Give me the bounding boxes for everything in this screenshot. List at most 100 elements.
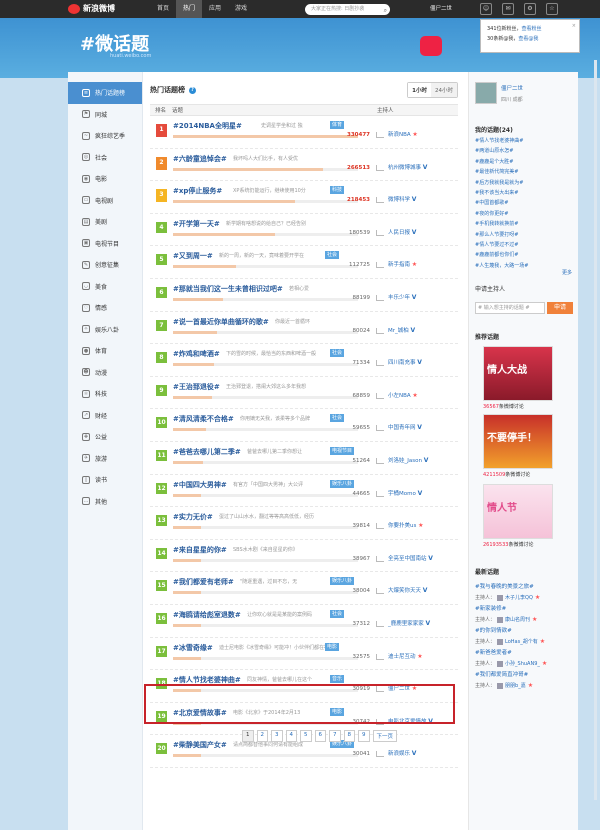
category-tag[interactable]: 科技: [330, 186, 345, 195]
host-name[interactable]: 新浪NBA ★: [388, 130, 418, 138]
host-name[interactable]: 微博科学 V: [388, 195, 416, 203]
tab-24-hours[interactable]: 24小时: [431, 83, 457, 97]
new-topic-title[interactable]: #我与春晚的美景之旅#: [475, 582, 575, 591]
host-name[interactable]: 小左NBA ★: [388, 391, 418, 399]
my-topic-item[interactable]: #夜的你更好#: [475, 209, 575, 219]
my-topic-item[interactable]: #我不该当大出来#: [475, 188, 575, 198]
trend-chart-icon[interactable]: [376, 620, 384, 627]
sidebar-item-variety[interactable]: ~ 疯狂综艺季: [68, 125, 142, 147]
sidebar-item-us-drama[interactable]: ▤ 美剧: [68, 211, 142, 233]
trend-chart-icon[interactable]: [376, 425, 384, 432]
sidebar-item-other[interactable]: … 其他: [68, 491, 142, 513]
trend-chart-icon[interactable]: [376, 294, 384, 301]
weibo-logo[interactable]: 新浪微博: [68, 3, 115, 14]
page-6[interactable]: 6: [314, 730, 326, 742]
sidebar-item-city[interactable]: ⚑ 同城: [68, 104, 142, 126]
trend-chart-icon[interactable]: [376, 360, 384, 367]
nav-games[interactable]: 游戏: [228, 0, 254, 18]
trend-chart-icon[interactable]: [376, 164, 384, 171]
trend-chart-icon[interactable]: [376, 555, 384, 562]
category-tag[interactable]: 娱乐八卦: [330, 479, 355, 488]
new-topic-title[interactable]: #我们都爱简直冲哥#: [475, 670, 575, 679]
my-topic-item[interactable]: #后方我就我是就为#: [475, 178, 575, 188]
trend-chart-icon[interactable]: [376, 751, 384, 758]
nav-hot[interactable]: 热门: [176, 0, 203, 18]
my-topic-item[interactable]: #中国首都歌#: [475, 198, 575, 208]
trend-chart-icon[interactable]: [376, 457, 384, 464]
page-8[interactable]: 8: [343, 730, 355, 742]
host-name[interactable]: 全亮至中国南站 V: [388, 554, 433, 562]
sidebar-item-emotion[interactable]: ♡ 情感: [68, 297, 142, 319]
trend-chart-icon[interactable]: [376, 197, 384, 204]
sidebar-item-tv-show[interactable]: ▣ 电视节目: [68, 233, 142, 255]
sidebar-item-travel[interactable]: ✈ 旅游: [68, 448, 142, 470]
trend-chart-icon[interactable]: [376, 132, 384, 138]
my-topic-item[interactable]: #两道山原水怎#: [475, 146, 575, 156]
my-topic-item[interactable]: #人生蔑我，大路一场#: [475, 261, 575, 271]
host-name[interactable]: 丰乐少年 V: [388, 293, 416, 301]
host-name[interactable]: 杭州微博城事 V: [388, 163, 427, 171]
view-mentions-link[interactable]: 查看@我: [518, 36, 538, 42]
trend-chart-icon[interactable]: [376, 653, 384, 660]
nav-home[interactable]: 首页: [150, 0, 176, 18]
category-tag[interactable]: 社会: [330, 609, 345, 618]
my-topic-item[interactable]: #鹿鹿是个大胜#: [475, 157, 575, 167]
tab-1-hour[interactable]: 1小时: [408, 83, 431, 97]
next-page-button[interactable]: 下一页: [372, 730, 398, 742]
sidebar-item-food[interactable]: ◡ 美食: [68, 276, 142, 298]
close-icon[interactable]: ×: [572, 21, 576, 31]
page-1[interactable]: 1: [242, 730, 254, 742]
sidebar-item-tech[interactable]: ⚛ 科技: [68, 383, 142, 405]
promo-banner-2[interactable]: 不要停手！: [483, 414, 553, 469]
page-3[interactable]: 3: [271, 730, 283, 742]
trend-chart-icon[interactable]: [376, 392, 384, 399]
trend-chart-icon[interactable]: [376, 523, 384, 530]
sidebar-item-reading[interactable]: ▯ 读书: [68, 469, 142, 491]
sidebar-item-anime[interactable]: ☻ 动漫: [68, 362, 142, 384]
help-icon[interactable]: ?: [189, 86, 196, 94]
trend-chart-icon[interactable]: [376, 490, 384, 497]
page-2[interactable]: 2: [256, 730, 268, 742]
promo-banner-3[interactable]: 情人节: [483, 484, 553, 539]
host-name[interactable]: 迪士尼互动 ★: [388, 652, 423, 660]
host-name[interactable]: 你要扑美us ★: [388, 521, 424, 529]
category-tag[interactable]: 电影: [325, 642, 340, 651]
apply-button[interactable]: 申请: [547, 302, 573, 314]
trend-chart-icon[interactable]: [376, 229, 384, 236]
avatar[interactable]: [475, 82, 497, 104]
page-5[interactable]: 5: [300, 730, 312, 742]
trend-chart-icon[interactable]: [376, 262, 384, 269]
apply-topic-input[interactable]: # 输入想主持的话题 #: [475, 302, 545, 314]
page-4[interactable]: 4: [285, 730, 297, 742]
host-name[interactable]: 刘洛娃_Jason V: [388, 456, 428, 464]
host-name[interactable]: Mr_城柏 V: [388, 326, 415, 334]
sidebar-item-movie[interactable]: ◉ 电影: [68, 168, 142, 190]
category-tag[interactable]: 音乐: [330, 675, 345, 684]
host-name[interactable]: _鹿鹿里家家家 V: [388, 619, 430, 627]
page-7[interactable]: 7: [329, 730, 341, 742]
category-tag[interactable]: 娱乐八卦: [330, 577, 355, 586]
sidebar-item-sports[interactable]: ● 体育: [68, 340, 142, 362]
scrollbar[interactable]: [594, 60, 597, 800]
host-name[interactable]: 新浪娱乐 V: [388, 749, 416, 757]
user-icon[interactable]: ☺: [480, 3, 492, 15]
star-icon[interactable]: ☆: [546, 3, 558, 15]
nav-apps[interactable]: 应用: [202, 0, 228, 18]
mail-icon[interactable]: ✉: [502, 3, 514, 15]
new-topic-title[interactable]: #的你到情欲#: [475, 626, 575, 635]
my-topic-item[interactable]: #情人节找老婆神曲#: [475, 136, 575, 146]
search-icon[interactable]: ⌕: [384, 5, 387, 16]
new-topic-title[interactable]: #新爸爸爱者#: [475, 648, 575, 657]
my-topic-item[interactable]: #那么人节要打呀#: [475, 230, 575, 240]
sidebar-item-tv[interactable]: ▭ 电视剧: [68, 190, 142, 212]
gear-icon[interactable]: ⚙: [524, 3, 536, 15]
sidebar-item-creative[interactable]: ✎ 创意征集: [68, 254, 142, 276]
more-link[interactable]: 更多: [562, 269, 572, 276]
profile-name[interactable]: 僵尸二世: [501, 84, 523, 92]
my-topic-item[interactable]: #鹿鹿前都也你们#: [475, 250, 575, 260]
category-tag[interactable]: 社会: [325, 251, 340, 260]
host-name[interactable]: 中国青年网 V: [388, 423, 422, 431]
category-tag[interactable]: 社会: [330, 349, 345, 358]
host-name[interactable]: 人民日报 V: [388, 228, 416, 236]
sidebar-item-charity[interactable]: ✚ 公益: [68, 426, 142, 448]
